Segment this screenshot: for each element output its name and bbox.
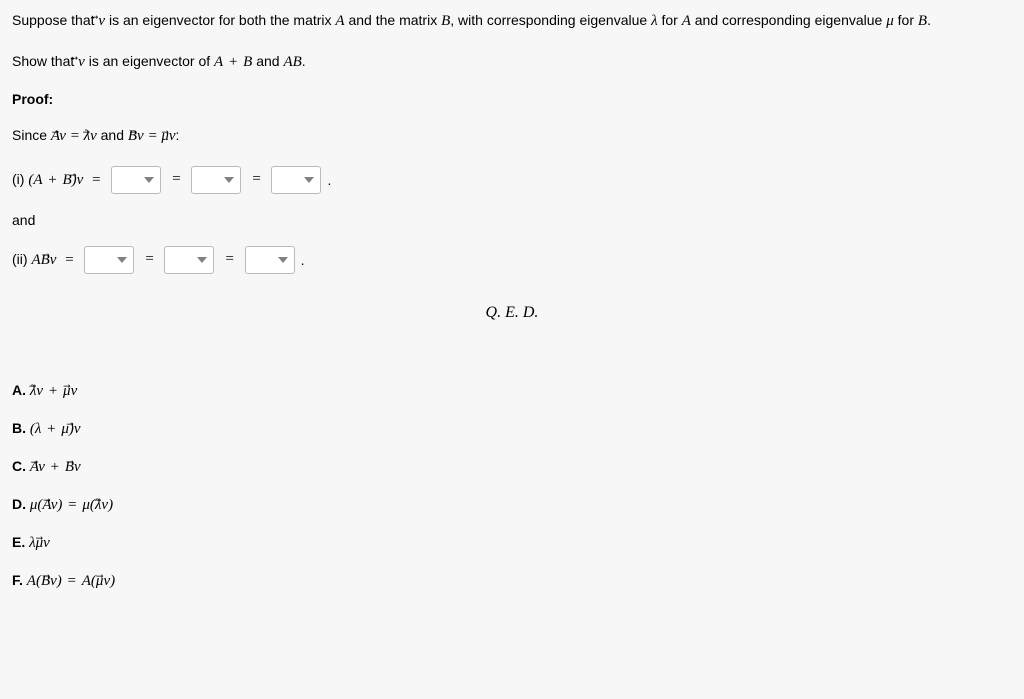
- part-i-label: (i) (A + B)v =: [12, 171, 105, 189]
- equals-2b: =: [220, 251, 238, 268]
- part-i-line: (i) (A + B)v = = = .: [12, 166, 1012, 194]
- part-i-select-2[interactable]: [191, 166, 241, 194]
- option-b: B. (λ + μ)v: [12, 420, 1012, 438]
- option-c: C. Av + Bv: [12, 458, 1012, 476]
- option-a: A. λv + μv: [12, 382, 1012, 400]
- option-e: E. λμv: [12, 534, 1012, 552]
- problem-statement-line1: Suppose that v is an eigenvector for bot…: [12, 10, 1012, 33]
- since-line: Since Av = λv and Bv = μv:: [12, 125, 1012, 148]
- and-separator: and: [12, 212, 1012, 228]
- part-ii-select-2[interactable]: [164, 246, 214, 274]
- problem-statement-line2: Show that v is an eigenvector of A + B a…: [12, 51, 1012, 74]
- equals-2a: =: [140, 251, 158, 268]
- period-2: .: [301, 252, 305, 268]
- part-ii-line: (ii) ABv = = = .: [12, 246, 1012, 274]
- period-1: .: [327, 172, 331, 188]
- equals-1b: =: [247, 171, 265, 188]
- qed-label: Q. E. D.: [12, 304, 1012, 322]
- part-i-select-1[interactable]: [111, 166, 161, 194]
- part-ii-label: (ii) ABv =: [12, 251, 78, 269]
- proof-heading: Proof:: [12, 91, 1012, 107]
- part-ii-select-1[interactable]: [84, 246, 134, 274]
- option-f: F. A(Bv) = A(μv): [12, 572, 1012, 590]
- option-d: D. μ(Av) = μ(λv): [12, 496, 1012, 514]
- answer-options: A. λv + μv B. (λ + μ)v C. Av + Bv D. μ(A…: [12, 382, 1012, 590]
- part-i-select-3[interactable]: [271, 166, 321, 194]
- part-ii-select-3[interactable]: [245, 246, 295, 274]
- equals-1a: =: [167, 171, 185, 188]
